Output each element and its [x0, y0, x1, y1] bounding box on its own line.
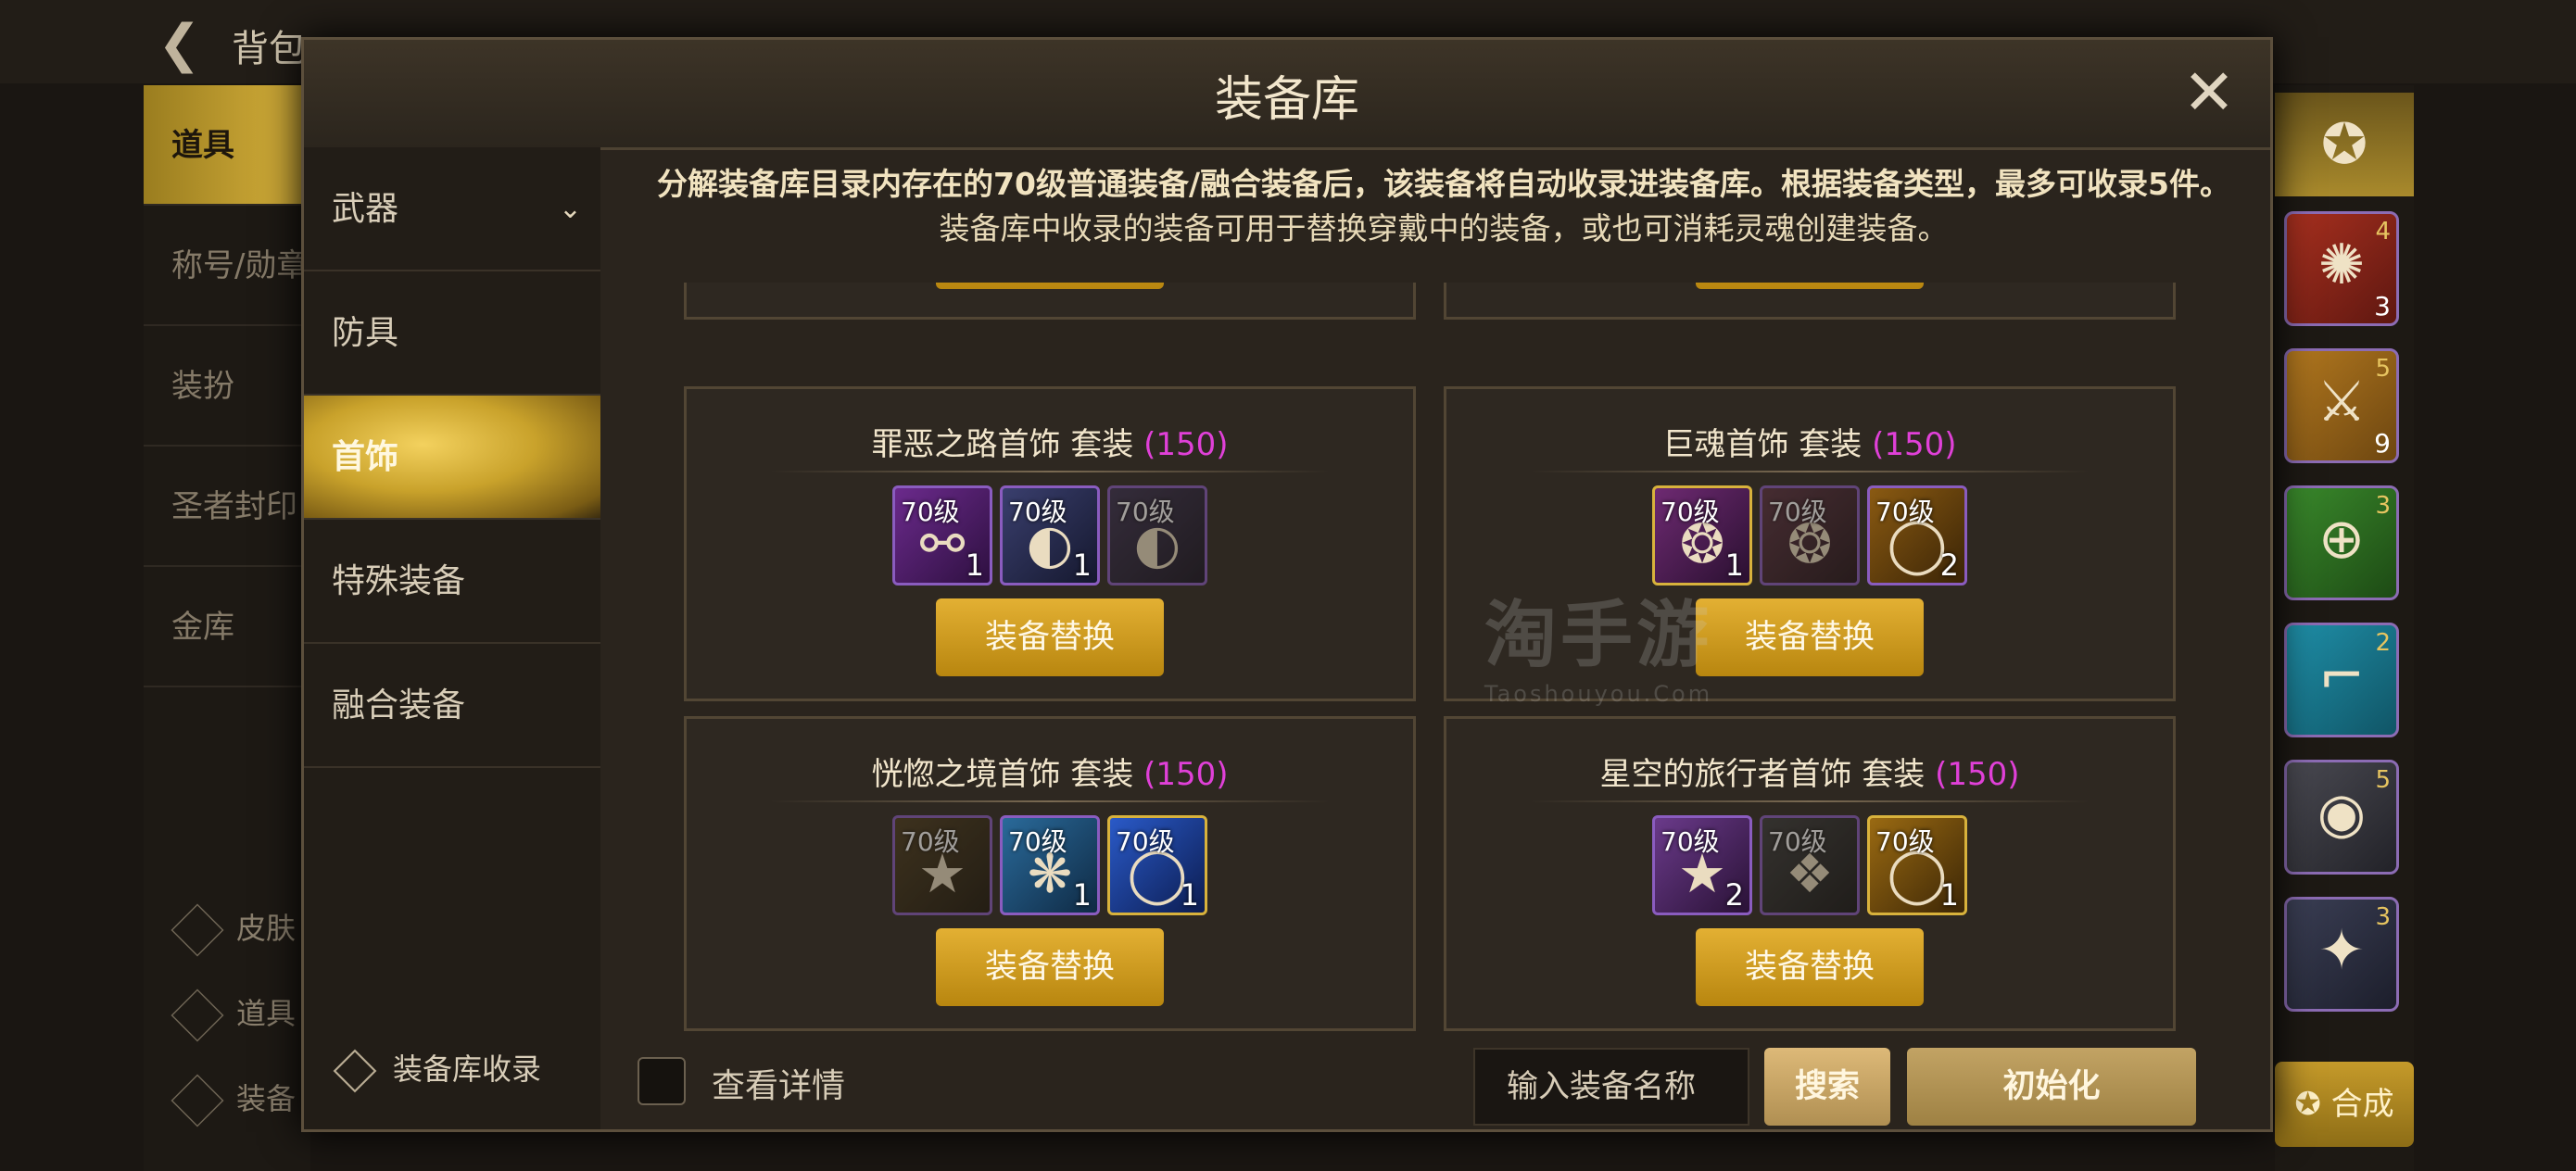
armor-icon — [170, 1074, 224, 1127]
tab-titles[interactable]: 称号/勋章 — [144, 206, 310, 326]
tab-items[interactable]: 道具 — [144, 85, 310, 206]
skill-slot[interactable]: ◉ 5 — [2284, 760, 2399, 875]
pentagram-icon: ✪ — [2320, 112, 2368, 177]
item-slot[interactable]: ◐ 70级 — [1107, 485, 1207, 586]
set-items: ❂ 70级 1 ❂ 70级 ◯ 70级 2 — [1446, 485, 2173, 586]
swap-button[interactable]: 装备替换 — [936, 598, 1164, 676]
item-slot[interactable]: ❂ 70级 — [1760, 485, 1860, 586]
skin-tool[interactable]: 皮肤 — [170, 900, 296, 957]
set-title: 恍惚之境首饰 套装 (150) — [871, 756, 1229, 793]
modal-header: 装备库 ✕ — [304, 40, 2270, 150]
search-button[interactable]: 搜索 — [1764, 1048, 1890, 1126]
divider — [770, 800, 1330, 802]
item-slot[interactable]: ◯ 70级 2 — [1867, 485, 1967, 586]
set-card: 星空的旅行者首饰 套装 (150) ★ 70级 2 ❖ 70级 ◯ 70级 1 装备… — [1444, 716, 2176, 1031]
divider — [1530, 471, 2090, 472]
page-title: 背包 — [232, 28, 306, 70]
swap-button[interactable]: 装备替换 — [936, 283, 1164, 289]
set-card: 装备替换 — [684, 283, 1416, 320]
search-input[interactable] — [1473, 1048, 1749, 1126]
category-weapon[interactable]: 武器 ⌄ — [304, 147, 600, 271]
item-slot[interactable]: ❋ 70级 1 — [1000, 815, 1100, 915]
reset-button[interactable]: 初始化 — [1907, 1048, 2196, 1126]
divider — [770, 471, 1330, 472]
vault-icon — [333, 1049, 377, 1093]
set-card: 罪恶之路首饰 套装 (150) ⚯ 70级 1 ◐ 70级 1 ◐ 70级 装备替换 — [684, 386, 1416, 701]
item-slot[interactable]: ★ 70级 — [892, 815, 992, 915]
set-card: 恍惚之境首饰 套装 (150) ★ 70级 ❋ 70级 1 ◯ 70级 1 装备替换 — [684, 716, 1416, 1031]
close-icon[interactable]: ✕ — [2172, 57, 2246, 131]
item-slot[interactable]: ★ 70级 2 — [1652, 815, 1752, 915]
set-items: ⚯ 70级 1 ◐ 70级 1 ◐ 70级 — [687, 485, 1413, 586]
set-title: 罪恶之路首饰 套装 (150) — [871, 426, 1229, 463]
set-card: 装备替换 — [1444, 283, 2176, 320]
tab-vault[interactable]: 金库 — [144, 567, 310, 687]
set-items: ★ 70级 ❋ 70级 1 ◯ 70级 1 — [687, 815, 1413, 915]
category-accessory[interactable]: 首饰 — [304, 396, 600, 520]
set-items: ★ 70级 2 ❖ 70级 ◯ 70级 1 — [1446, 815, 2173, 915]
swap-button[interactable]: 装备替换 — [1696, 928, 1924, 1006]
skill-slot[interactable]: ✦ 3 — [2284, 897, 2399, 1012]
tab-seal[interactable]: 圣者封印 — [144, 447, 310, 567]
equipment-vault-modal: 装备库 ✕ 武器 ⌄ 防具 首饰 特殊装备 融合装备 分解装备库目录内存在的70… — [301, 37, 2273, 1132]
chevron-down-icon: ⌄ — [558, 193, 582, 225]
swap-button[interactable]: 装备替换 — [1696, 598, 1924, 676]
skill-slot[interactable]: ⌐ 2 — [2284, 623, 2399, 737]
category-armor[interactable]: 防具 — [304, 271, 600, 396]
set-title: 星空的旅行者首饰 套装 (150) — [1599, 756, 2020, 793]
category-fusion[interactable]: 融合装备 — [304, 644, 600, 768]
item-slot[interactable]: ❂ 70级 1 — [1652, 485, 1752, 586]
pentagram-tab[interactable]: ✪ — [2275, 93, 2414, 196]
swap-button[interactable]: 装备替换 — [936, 928, 1164, 1006]
modal-footer: 查看详情 搜索 初始化 — [600, 1026, 2270, 1129]
category-list: 武器 ⌄ 防具 首饰 特殊装备 融合装备 — [304, 147, 600, 1129]
view-details-label: 查看详情 — [712, 1067, 846, 1105]
watermark: 淘手游 Taoshouyou.Com — [1484, 594, 1713, 707]
item-tool[interactable]: 道具 — [170, 986, 296, 1042]
modal-title: 装备库 — [1214, 72, 1359, 128]
notice-text: 分解装备库目录内存在的70级普通装备/融合装备后，该装备将自动收录进装备库。根据… — [657, 166, 2230, 246]
skill-slot[interactable]: ⚔ 5 9 — [2284, 348, 2399, 463]
item-slot[interactable]: ⚯ 70级 1 — [892, 485, 992, 586]
brush-icon — [170, 903, 224, 957]
swap-button[interactable]: 装备替换 — [1696, 283, 1924, 289]
item-slot[interactable]: ◐ 70级 1 — [1000, 485, 1100, 586]
tab-costume[interactable]: 装扮 — [144, 326, 310, 447]
vault-collection-link[interactable]: 装备库收录 — [333, 1041, 541, 1097]
merge-button[interactable]: ✪ 合成 — [2275, 1062, 2414, 1147]
equip-tool[interactable]: 装备 — [170, 1071, 296, 1127]
view-details-checkbox[interactable] — [638, 1057, 686, 1105]
back-arrow-icon[interactable]: ❮ — [158, 17, 222, 72]
set-list[interactable]: 装备替换 装备替换 罪恶之路首饰 套装 (150) ⚯ 70级1 ◐ 70级1 … — [684, 283, 2241, 1033]
category-special[interactable]: 特殊装备 — [304, 520, 600, 644]
divider — [1530, 800, 2090, 802]
item-slot[interactable]: ❖ 70级 — [1760, 815, 1860, 915]
lightning-icon — [170, 988, 224, 1042]
set-title: 巨魂首饰 套装 (150) — [1662, 426, 1957, 463]
skill-slot[interactable]: ✺ 4 3 — [2284, 211, 2399, 326]
item-slot[interactable]: ◯ 70级 1 — [1867, 815, 1967, 915]
item-slot[interactable]: ◯ 70级 1 — [1107, 815, 1207, 915]
skill-slot[interactable]: ⊕ 3 — [2284, 485, 2399, 600]
